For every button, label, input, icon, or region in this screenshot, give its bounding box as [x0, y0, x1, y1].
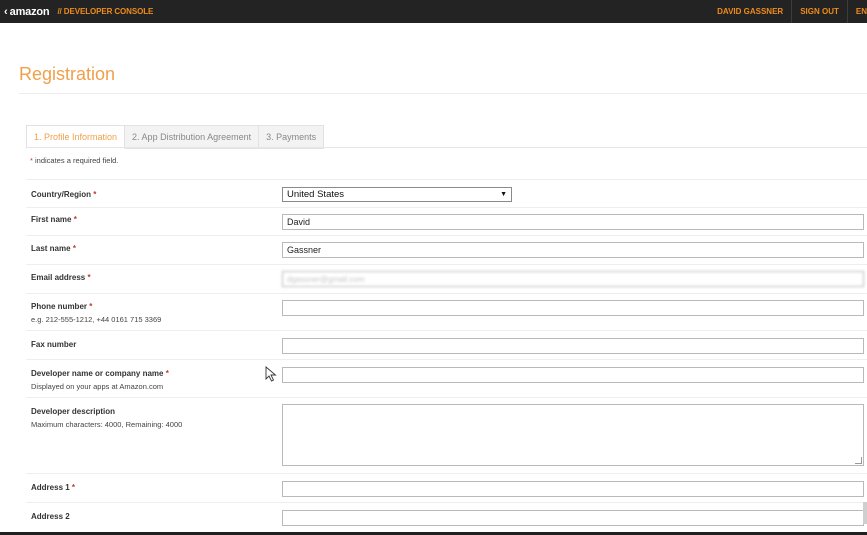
first-name-label: First name * [31, 215, 77, 224]
form-row-first-name: First name * David [26, 207, 867, 236]
form-row-phone: Phone number * e.g. 212-555-1212, +44 01… [26, 293, 867, 331]
chevron-left-icon: ‹ [4, 5, 8, 18]
top-navigation-bar: ‹ amazon // DEVELOPER CONSOLE DAVID GASS… [0, 0, 867, 23]
phone-input[interactable] [282, 300, 864, 316]
user-name-link[interactable]: DAVID GASSNER [709, 0, 791, 23]
required-note-text: indicates a required field. [32, 156, 119, 165]
address-2-label: Address 2 [31, 512, 70, 521]
form-row-description: Developer description Maximum characters… [26, 397, 867, 474]
form-row-address-1: Address 1 * [26, 473, 867, 503]
country-label: Country/Region * [31, 190, 96, 199]
developer-name-label: Developer name or company name * [31, 369, 169, 378]
language-selector[interactable]: EN [846, 0, 867, 23]
required-star: * [165, 369, 169, 378]
phone-label-text: Phone number [31, 302, 88, 311]
developer-name-input[interactable] [282, 367, 864, 383]
fax-input[interactable] [282, 338, 864, 354]
description-hint: Maximum characters: 4000, Remaining: 400… [31, 420, 183, 429]
form-row-fax: Fax number [26, 330, 867, 360]
country-label-text: Country/Region [31, 190, 91, 199]
description-label: Developer description [31, 407, 116, 416]
resize-grip-icon[interactable] [855, 457, 862, 464]
amazon-logo[interactable]: ‹ amazon [4, 5, 50, 18]
sign-out-link[interactable]: SIGN OUT [791, 0, 847, 23]
fax-label: Fax number [31, 340, 77, 349]
last-name-label: Last name * [31, 244, 76, 253]
first-name-input[interactable]: David [282, 214, 864, 230]
required-star: * [87, 273, 91, 282]
form-row-last-name: Last name * Gassner [26, 235, 867, 265]
last-name-label-text: Last name [31, 244, 71, 253]
address-1-label-text: Address 1 [31, 483, 70, 492]
tabs-divider [26, 147, 867, 148]
email-input[interactable]: dgassner@gmail.com [282, 271, 864, 287]
title-divider [19, 93, 867, 94]
triangle-down-icon: ▼ [500, 191, 507, 198]
last-name-input[interactable]: Gassner [282, 242, 864, 258]
email-label: Email address * [31, 273, 91, 282]
required-star: * [72, 244, 76, 253]
tab-payments[interactable]: 3. Payments [259, 125, 325, 149]
registration-tabs: 1. Profile Information 2. App Distributi… [26, 125, 325, 149]
phone-label: Phone number * [31, 302, 92, 311]
form-row-address-2: Address 2 [26, 502, 867, 533]
tab-profile-information[interactable]: 1. Profile Information [26, 125, 126, 149]
address-2-input[interactable] [282, 510, 864, 526]
form-row-developer-name: Developer name or company name * Display… [26, 359, 867, 398]
email-label-text: Email address [31, 273, 86, 282]
page-title: Registration [19, 64, 116, 84]
developer-name-label-text: Developer name or company name [31, 369, 164, 378]
first-name-label-text: First name [31, 215, 72, 224]
description-textarea[interactable] [282, 404, 864, 466]
form-row-email: Email address * dgassner@gmail.com [26, 264, 867, 294]
required-star: * [71, 483, 76, 492]
required-star: * [93, 190, 97, 199]
required-star: * [73, 215, 77, 224]
address-1-input[interactable] [282, 481, 864, 497]
brand-name: amazon [9, 5, 50, 18]
account-menu: DAVID GASSNER SIGN OUT EN [709, 0, 867, 23]
scrollbar-thumb[interactable] [863, 502, 867, 524]
phone-hint: e.g. 212-555-1212, +44 0161 715 3369 [31, 315, 162, 324]
tab-app-distribution-agreement[interactable]: 2. App Distribution Agreement [125, 125, 260, 149]
address-1-label: Address 1 * [31, 483, 75, 492]
country-select-value: United States [287, 189, 345, 200]
required-field-note: * indicates a required field. [30, 156, 118, 165]
mouse-pointer-icon [265, 366, 277, 382]
required-star: * [89, 302, 93, 311]
form-row-country: Country/Region * United States ▼ [26, 179, 867, 208]
developer-name-hint: Displayed on your apps at Amazon.com [31, 382, 164, 391]
console-title[interactable]: // DEVELOPER CONSOLE [57, 7, 153, 16]
country-select[interactable]: United States ▼ [282, 187, 512, 202]
